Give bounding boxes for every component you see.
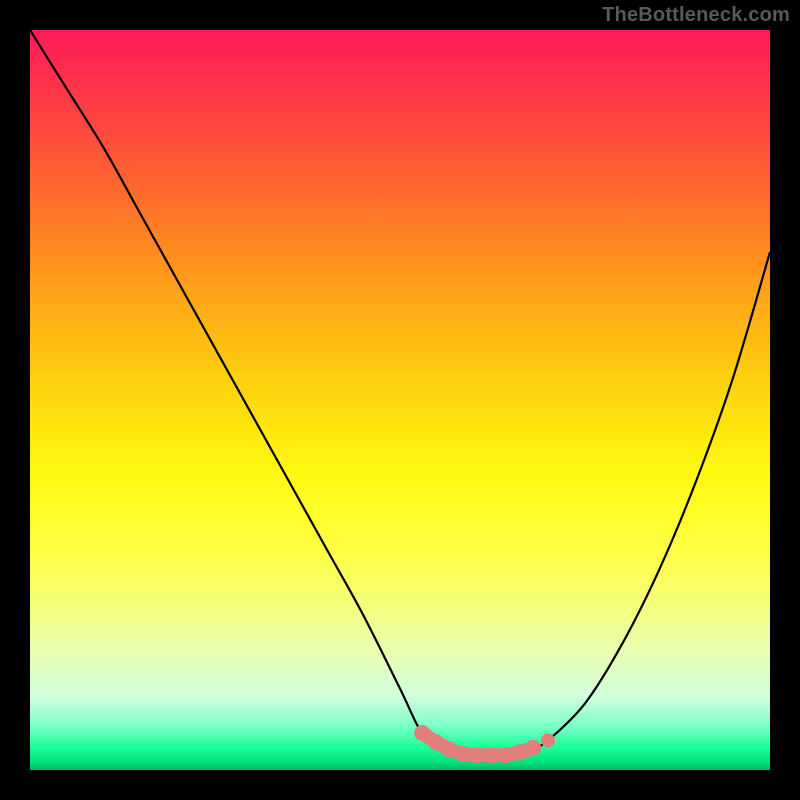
chart-svg [30,30,770,770]
curve-path [30,30,770,756]
chart-stage: TheBottleneck.com [0,0,800,800]
isolated-point [541,733,555,747]
segmented-band [414,725,541,763]
watermark-text: TheBottleneck.com [602,4,790,27]
plot-area [30,30,770,770]
